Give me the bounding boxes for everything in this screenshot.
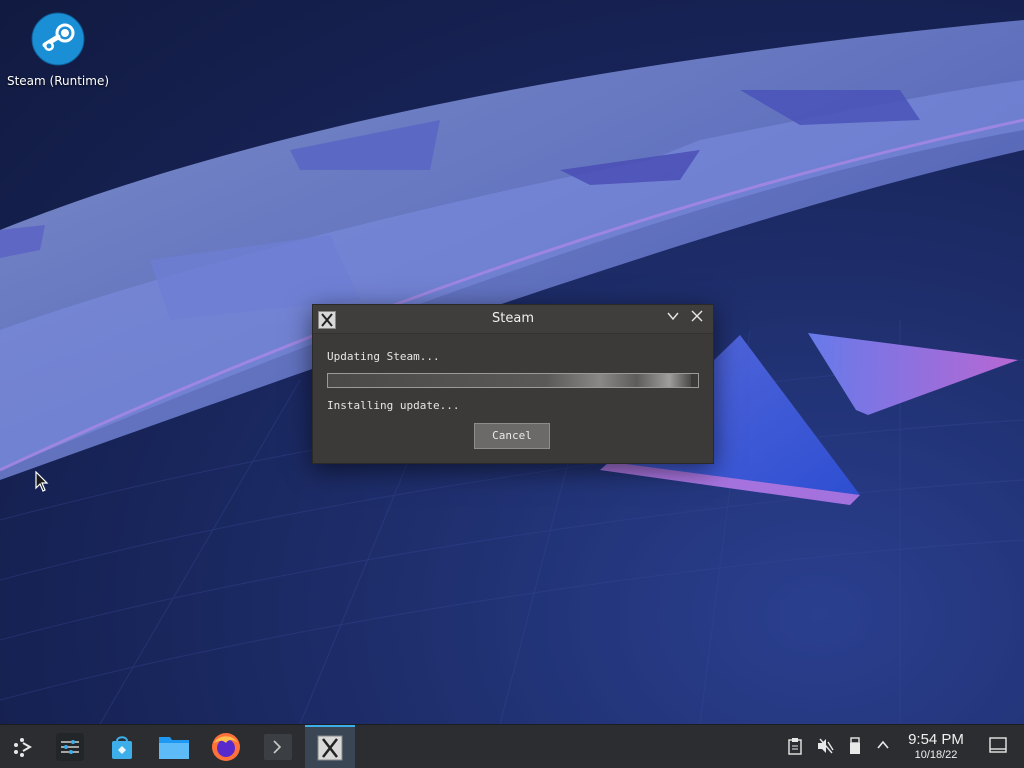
mouse-cursor-icon bbox=[35, 470, 49, 497]
taskbar-steam-window[interactable] bbox=[305, 725, 355, 768]
dialog-titlebar[interactable]: Steam bbox=[313, 305, 713, 334]
terminal-icon[interactable] bbox=[256, 725, 300, 768]
detail-text: Installing update... bbox=[327, 399, 460, 412]
close-button[interactable] bbox=[687, 309, 707, 329]
folder-icon[interactable] bbox=[152, 725, 196, 768]
chevron-up-icon[interactable] bbox=[873, 737, 893, 757]
clipboard-icon[interactable] bbox=[785, 737, 805, 757]
digital-clock[interactable]: 9:54 PM 10/18/22 bbox=[898, 731, 974, 761]
store-bag-icon[interactable] bbox=[100, 725, 144, 768]
clock-date: 10/18/22 bbox=[914, 749, 958, 761]
desktop-icon-steam-runtime[interactable]: Steam (Runtime) bbox=[6, 12, 110, 88]
kde-launcher-icon[interactable] bbox=[0, 725, 44, 768]
close-icon bbox=[691, 310, 703, 322]
steam-icon bbox=[31, 12, 85, 66]
clock-time: 9:54 PM bbox=[908, 731, 964, 748]
chevron-down-icon bbox=[667, 312, 679, 321]
minimize-button[interactable] bbox=[663, 309, 683, 329]
volume-muted-icon[interactable] bbox=[815, 737, 835, 757]
firefox-icon[interactable] bbox=[204, 725, 248, 768]
cancel-button[interactable]: Cancel bbox=[474, 423, 550, 449]
show-desktop-icon[interactable] bbox=[988, 737, 1008, 757]
taskbar: 9:54 PM 10/18/22 bbox=[0, 724, 1024, 768]
dialog-title: Steam bbox=[492, 311, 534, 326]
steam-update-dialog: Steam Updating Steam... Installing updat… bbox=[312, 304, 714, 464]
usb-storage-icon[interactable] bbox=[845, 737, 865, 757]
progress-bar bbox=[327, 373, 699, 388]
sliders-icon[interactable] bbox=[48, 725, 92, 768]
desktop-icon-label: Steam (Runtime) bbox=[6, 74, 110, 88]
x-window-icon bbox=[317, 735, 343, 761]
status-text: Updating Steam... bbox=[327, 350, 440, 363]
progress-fill bbox=[328, 374, 691, 387]
